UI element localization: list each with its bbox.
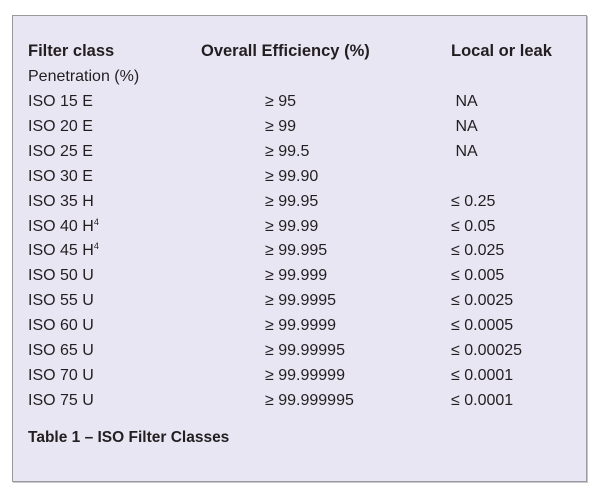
table-header-row: Filter class Overall Efficiency (%) Loca… [13,39,586,64]
table-row: ISO 50 U ≥ 99.999 ≤ 0.005 [13,263,586,288]
cell-local-leak: ≤ 0.0005 [451,317,514,335]
cell-filter-class: ISO 50 U [28,263,94,290]
table-caption: Table 1 – ISO Filter Classes [28,429,230,446]
table-subheader-row: Penetration (%) [13,64,586,89]
cell-local-leak: ≤ 0.0001 [451,366,514,384]
cell-overall-efficiency: ≥ 99 [265,117,297,135]
cell-filter-class: ISO 35 H [28,189,94,216]
filter-class-text: ISO 20 E [28,117,93,135]
table-row: ISO 70 U ≥ 99.99999 ≤ 0.0001 [13,363,586,388]
table-row: ISO 60 U ≥ 99.9999 ≤ 0.0005 [13,313,586,338]
cell-local-leak: NA [451,93,478,110]
cell-filter-class: ISO 75 U [28,388,94,415]
cell-local-leak: ≤ 0.0001 [451,391,514,409]
cell-filter-class: ISO 15 E [28,89,93,116]
table-row: ISO 35 H ≥ 99.95 ≤ 0.25 [13,189,586,214]
header-overall-efficiency: Overall Efficiency (%) [201,42,370,60]
filter-class-text: ISO 25 E [28,142,93,160]
table-row: ISO 75 U ≥ 99.999995 ≤ 0.0001 [13,388,586,413]
cell-overall-efficiency: ≥ 99.999995 [265,391,354,409]
filter-class-text: ISO 40 H [28,217,94,235]
filter-class-text: ISO 70 U [28,366,94,384]
filter-class-text: ISO 60 U [28,317,94,335]
filter-class-text: ISO 15 E [28,93,93,110]
table-row: ISO 65 U ≥ 99.99995 ≤ 0.00025 [13,338,586,363]
footnote-marker: 4 [93,241,99,252]
table-row: ISO 30 E ≥ 99.90 [13,164,586,189]
cell-filter-class: ISO 65 U [28,338,94,365]
cell-local-leak: ≤ 0.00025 [451,342,523,359]
filter-class-text: ISO 45 H [28,242,94,260]
cell-filter-class: ISO 40 H4 [28,214,99,241]
cell-overall-efficiency: ≥ 99.9999 [265,317,337,335]
filter-class-text: ISO 35 H [28,192,94,210]
cell-local-leak: ≤ 0.005 [451,267,505,285]
table-row: ISO 20 E ≥ 99 NA [13,114,586,139]
cell-filter-class: ISO 60 U [28,313,94,340]
table-row: ISO 55 U ≥ 99.9995 ≤ 0.0025 [13,288,586,313]
footnote-marker: 4 [93,216,99,227]
filter-class-text: ISO 30 E [28,167,93,185]
cell-local-leak: ≤ 0.25 [451,192,496,210]
filter-class-text: ISO 50 U [28,267,94,285]
cell-overall-efficiency: ≥ 99.99 [265,217,319,235]
cell-filter-class: ISO 55 U [28,288,94,315]
cell-overall-efficiency: ≥ 99.5 [265,142,310,160]
table-row: ISO 45 H4 ≥ 99.995 ≤ 0.025 [13,238,586,263]
cell-overall-efficiency: ≥ 99.95 [265,192,319,210]
subheader-penetration: Penetration (%) [28,68,140,85]
cell-local-leak: ≤ 0.0025 [451,292,514,310]
table-row: ISO 25 E ≥ 99.5 NA [13,139,586,164]
cell-local-leak: ≤ 0.05 [451,217,496,235]
cell-filter-class: ISO 70 U [28,363,94,390]
filter-class-text: ISO 55 U [28,292,94,310]
cell-overall-efficiency: ≥ 99.999 [265,267,328,285]
table-row: ISO 40 H4 ≥ 99.99 ≤ 0.05 [13,214,586,239]
filter-class-text: ISO 75 U [28,391,94,409]
cell-local-leak: NA [451,117,478,135]
cell-overall-efficiency: ≥ 99.90 [265,167,319,185]
cell-local-leak: NA [451,142,478,160]
filter-class-text: ISO 65 U [28,342,94,359]
cell-overall-efficiency: ≥ 95 [265,93,297,110]
cell-filter-class: ISO 45 H4 [28,238,99,265]
filter-classes-table-panel: Filter class Overall Efficiency (%) Loca… [12,15,587,482]
cell-local-leak: ≤ 0.025 [451,242,505,260]
table-row: ISO 15 E ≥ 95 NA [13,89,586,114]
header-filter-class: Filter class [28,42,115,60]
cell-overall-efficiency: ≥ 99.99995 [265,342,345,359]
cell-overall-efficiency: ≥ 99.9995 [265,292,337,310]
cell-filter-class: ISO 30 E [28,164,93,191]
header-local-or-leak: Local or leak [451,42,552,60]
cell-overall-efficiency: ≥ 99.995 [265,242,328,260]
cell-filter-class: ISO 20 E [28,114,93,141]
cell-filter-class: ISO 25 E [28,139,93,166]
cell-overall-efficiency: ≥ 99.99999 [265,366,345,384]
